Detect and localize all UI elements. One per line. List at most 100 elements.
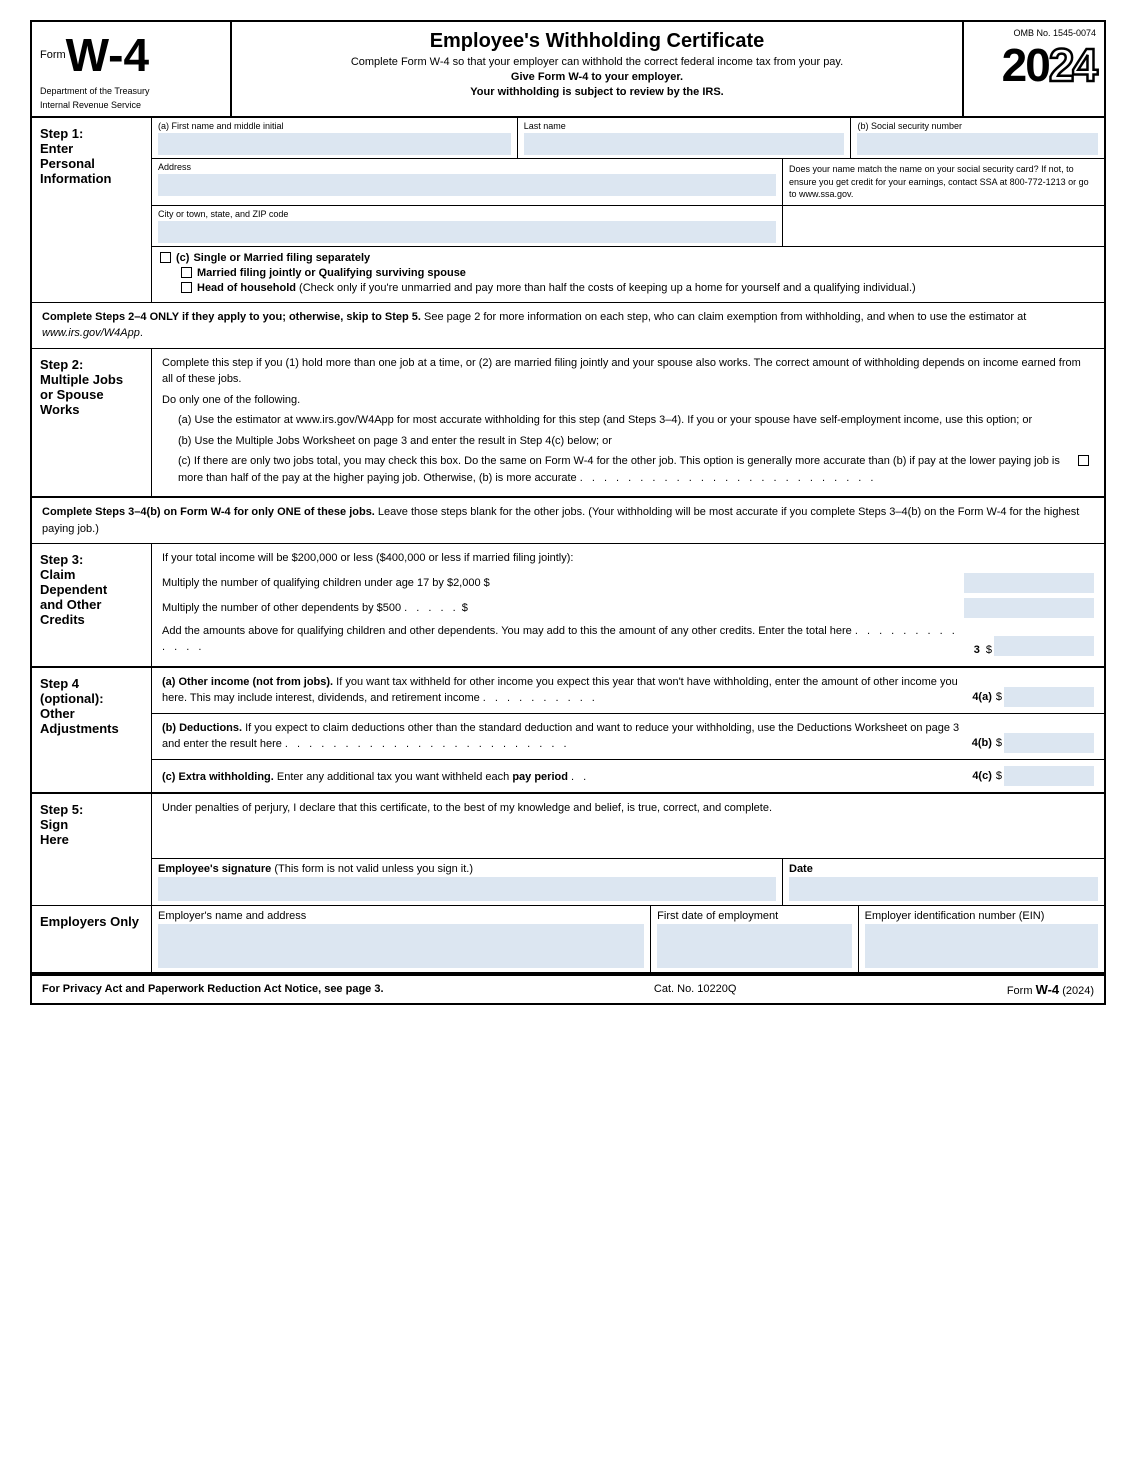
complete-note: Complete Steps 2–4 ONLY if they apply to…: [32, 303, 1104, 349]
year-20: 20: [1002, 39, 1049, 91]
step2-item-b: (b) Use the Multiple Jobs Worksheet on p…: [162, 433, 1094, 450]
step4a-dollar: $: [996, 691, 1002, 703]
year-24: 24: [1049, 39, 1096, 91]
form-word: Form: [40, 49, 66, 61]
footer-form-label: Form: [1007, 985, 1033, 997]
step5-sig-space: [152, 822, 1104, 858]
step5-declaration: Under penalties of perjury, I declare th…: [152, 794, 1104, 822]
footer-form-number: W-4: [1036, 982, 1060, 997]
step5-declare-text: Under penalties of perjury, I declare th…: [162, 802, 772, 814]
filing-row-married: Married filing jointly or Qualifying sur…: [160, 267, 1096, 279]
step4a-input[interactable]: [1004, 687, 1094, 707]
step3-number: 3: [974, 644, 980, 656]
ssn-label: (b) Social security number: [857, 121, 1098, 131]
checkbox-single[interactable]: [160, 252, 171, 263]
step1-row: Step 1: Enter Personal Information (a) F…: [32, 118, 1104, 303]
step3-row1: Multiply the number of qualifying childr…: [162, 573, 1094, 593]
address-input[interactable]: [158, 174, 776, 196]
last-name-label: Last name: [524, 121, 845, 131]
form-header: Form W-4 Department of the Treasury Inte…: [32, 22, 1104, 118]
city-field: City or town, state, and ZIP code: [152, 206, 783, 246]
step3-body: If your total income will be $200,000 or…: [152, 544, 1104, 666]
complete-note-text: Complete Steps 2–4 ONLY if they apply to…: [42, 311, 1026, 340]
subtitle1: Complete Form W-4 so that your employer …: [242, 56, 952, 68]
step1-label: Step 1: Enter Personal Information: [32, 118, 152, 302]
filing-hoh-label: Head of household (Check only if you're …: [197, 282, 916, 294]
employer-ein-input[interactable]: [865, 924, 1098, 968]
step4c-input[interactable]: [1004, 766, 1094, 786]
first-name-label: (a) First name and middle initial: [158, 121, 511, 131]
filing-married-label: Married filing jointly or Qualifying sur…: [197, 267, 466, 279]
step4a-label: 4(a): [972, 691, 992, 703]
step4b-dollar: $: [996, 737, 1002, 749]
step4c-dollar: $: [996, 770, 1002, 782]
step3-label: Step 3: Claim Dependent and Other Credit…: [32, 544, 152, 666]
step2-content: Complete this step if you (1) hold more …: [152, 349, 1104, 497]
step4b-input[interactable]: [1004, 733, 1094, 753]
employer-name-label: Employer's name and address: [158, 910, 644, 922]
step4a-row: (a) Other income (not from jobs). If you…: [152, 668, 1104, 714]
employers-label: Employers Only: [32, 906, 152, 972]
step3-add-text: Add the amounts above for qualifying chi…: [162, 623, 968, 656]
checkbox-hoh[interactable]: [181, 282, 192, 293]
step3-add-input[interactable]: [994, 636, 1094, 656]
filing-row-single: (c) Single or Married filing separately: [160, 252, 1096, 264]
employer-date-input[interactable]: [657, 924, 851, 968]
main-title: Employee's Withholding Certificate: [242, 30, 952, 53]
step4c-input-area: 4(c) $: [972, 766, 1094, 786]
header-left: Form W-4 Department of the Treasury Inte…: [32, 22, 232, 116]
step4b-row: (b) Deductions. If you expect to claim d…: [152, 714, 1104, 760]
step4c-row: (c) Extra withholding. Enter any additio…: [152, 760, 1104, 792]
step34-note: Complete Steps 3–4(b) on Form W-4 for on…: [32, 498, 1104, 544]
step3-dollar: $: [986, 644, 992, 656]
address-field: Address: [152, 159, 783, 205]
step5-label: Step 5: Sign Here: [32, 794, 152, 905]
subtitle2: Give Form W-4 to your employer.: [242, 71, 952, 83]
employer-name-input[interactable]: [158, 924, 644, 968]
irs-label: Internal Revenue Service: [40, 100, 222, 110]
ssn-input[interactable]: [857, 133, 1098, 155]
step1-name-row: (a) First name and middle initial Last n…: [152, 118, 1104, 159]
step2-doone: Do only one of the following.: [162, 392, 1094, 409]
employers-row: Employers Only Employer's name and addre…: [32, 906, 1104, 974]
footer-form: Form W-4 (2024): [1007, 982, 1094, 997]
step1-content: (a) First name and middle initial Last n…: [152, 118, 1104, 302]
employers-content: Employer's name and address First date o…: [152, 906, 1104, 972]
step5-sig-input[interactable]: [158, 877, 776, 901]
step3-row2-input[interactable]: [964, 598, 1094, 618]
filing-c-label: (c): [176, 252, 189, 264]
step5-date-input[interactable]: [789, 877, 1098, 901]
step1-address-row: Address Does your name match the name on…: [152, 159, 1104, 206]
subtitle3: Your withholding is subject to review by…: [242, 86, 952, 98]
form-title-block: Form W-4: [40, 28, 222, 82]
step2-label: Step 2: Multiple Jobs or Spouse Works: [32, 349, 152, 497]
step3-row2: Multiply the number of other dependents …: [162, 598, 1094, 618]
step4a-input-area: 4(a) $: [972, 687, 1094, 707]
step3-row1-input[interactable]: [964, 573, 1094, 593]
step2-intro-text: Complete this step if you (1) hold more …: [162, 355, 1094, 388]
employer-ein-field: Employer identification number (EIN): [859, 906, 1104, 972]
checkbox-married[interactable]: [181, 267, 192, 278]
step4c-label: 4(c): [972, 770, 992, 782]
step5-sig-field: Employee's signature (This form is not v…: [152, 859, 783, 905]
first-name-input[interactable]: [158, 133, 511, 155]
footer-form-year: (2024): [1062, 985, 1094, 997]
footer-cat: Cat. No. 10220Q: [654, 983, 737, 995]
step3-add-row: Add the amounts above for qualifying chi…: [162, 623, 1094, 656]
employer-ein-label: Employer identification number (EIN): [865, 910, 1098, 922]
step2-intro: Complete this step if you (1) hold more …: [152, 349, 1104, 497]
dept-label: Department of the Treasury: [40, 86, 222, 96]
employer-date-field: First date of employment: [651, 906, 858, 972]
header-center: Employee's Withholding Certificate Compl…: [232, 22, 964, 116]
last-name-input[interactable]: [524, 133, 845, 155]
step4-content: (a) Other income (not from jobs). If you…: [152, 668, 1104, 792]
step4-label: Step 4 (optional): Other Adjustments: [32, 668, 152, 792]
footer-privacy: For Privacy Act and Paperwork Reduction …: [42, 983, 384, 995]
step1-city-row: City or town, state, and ZIP code: [152, 206, 1104, 247]
checkbox-step2c[interactable]: [1078, 455, 1089, 466]
employer-date-label: First date of employment: [657, 910, 851, 922]
city-input[interactable]: [158, 221, 776, 243]
step5-content: Under penalties of perjury, I declare th…: [152, 794, 1104, 905]
first-name-field: (a) First name and middle initial: [152, 118, 518, 158]
form-number: W-4: [66, 28, 149, 82]
